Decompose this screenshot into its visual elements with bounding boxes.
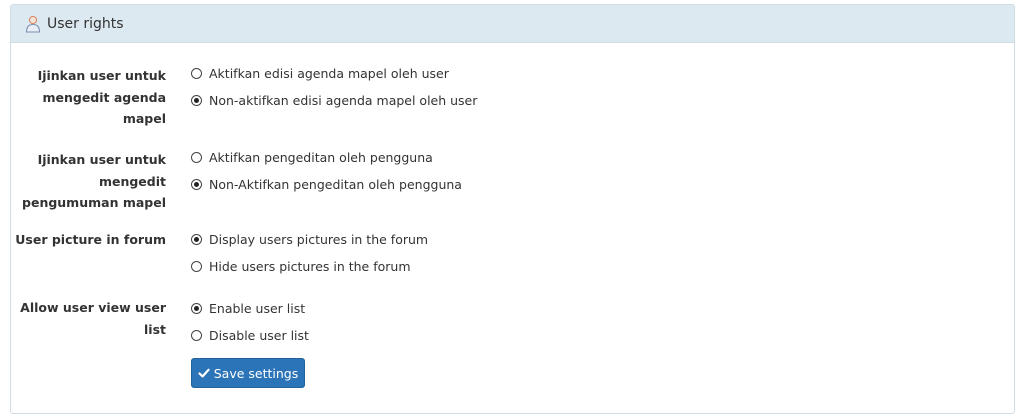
radio-button[interactable] [191, 260, 202, 272]
radio-button-checked[interactable] [191, 178, 202, 190]
save-settings-label: Save settings [213, 365, 299, 381]
radio-button-checked[interactable] [191, 94, 202, 106]
setting-label: Allow user view user list [20, 300, 166, 337]
save-settings-button[interactable]: Save settings [191, 358, 305, 388]
panel-heading: User rights [11, 5, 1014, 43]
panel-title: User rights [47, 15, 124, 32]
radio-option-disable-agenda-edit[interactable]: Non-aktifkan edisi agenda mapel oleh use… [191, 90, 477, 110]
radio-button[interactable] [191, 151, 202, 163]
check-icon [198, 367, 210, 379]
radio-option-display-pictures[interactable]: Display users pictures in the forum [191, 229, 428, 249]
setting-label: Ijinkan user untuk mengedit pengumuman m… [22, 152, 166, 210]
radio-button-checked[interactable] [191, 302, 202, 314]
user-rights-panel: User rights Ijinkan user untuk mengedit … [10, 4, 1015, 414]
user-icon [25, 15, 41, 33]
radio-button-checked[interactable] [191, 233, 202, 245]
radio-option-disable-user-list[interactable]: Disable user list [191, 325, 309, 345]
setting-label: User picture in forum [15, 232, 166, 247]
radio-option-disable-announcement-edit[interactable]: Non-Aktifkan pengeditan oleh pengguna [191, 174, 462, 194]
radio-option-enable-user-list[interactable]: Enable user list [191, 298, 305, 318]
radio-option-enable-announcement-edit[interactable]: Aktifkan pengeditan oleh pengguna [191, 147, 433, 167]
radio-option-enable-agenda-edit[interactable]: Aktifkan edisi agenda mapel oleh user [191, 63, 449, 83]
radio-button[interactable] [191, 329, 202, 341]
radio-option-hide-pictures[interactable]: Hide users pictures in the forum [191, 256, 411, 276]
radio-button[interactable] [191, 67, 202, 79]
setting-label: Ijinkan user untuk mengedit agenda mapel [37, 68, 166, 126]
